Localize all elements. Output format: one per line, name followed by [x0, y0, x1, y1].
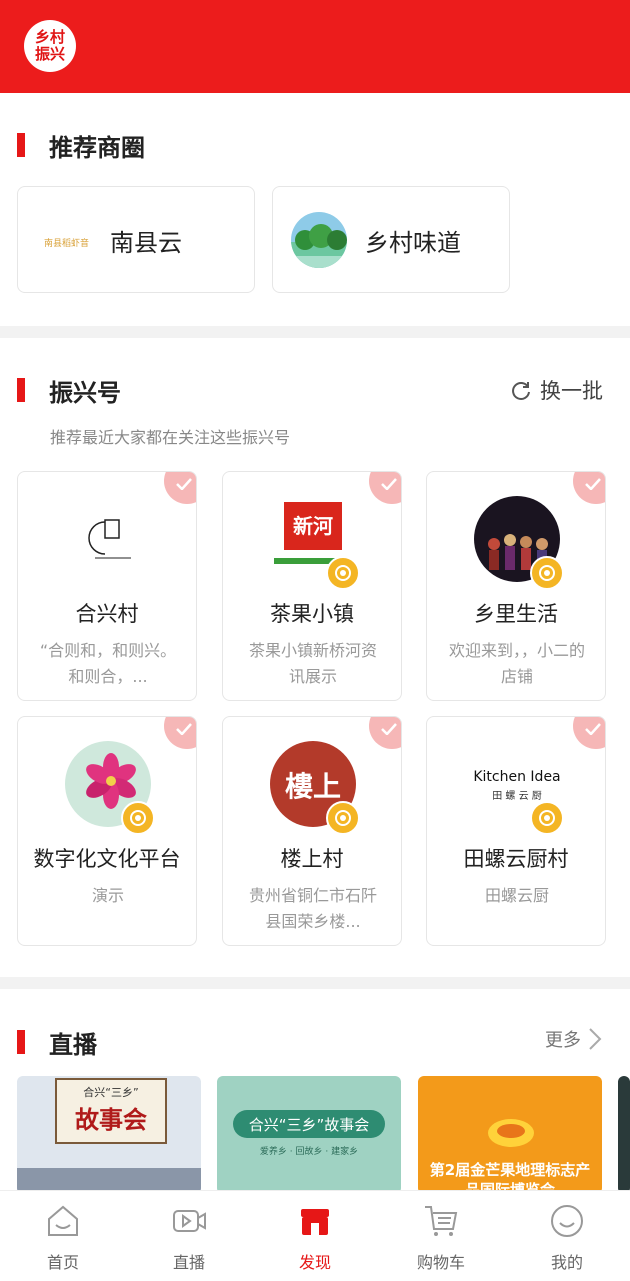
- account-desc: 田螺云厨: [484, 886, 549, 905]
- live-section-header: 直播: [0, 1022, 630, 1062]
- tab-label: 购物车: [416, 1253, 465, 1272]
- followed-check-icon[interactable]: [573, 472, 605, 504]
- refresh-icon: [512, 382, 530, 400]
- account-name: 楼上村: [280, 847, 344, 871]
- recommend-title: 推荐商圈: [49, 134, 145, 162]
- section-divider: [0, 326, 630, 338]
- followed-check-icon[interactable]: [369, 472, 401, 504]
- account-desc: 贵州省铜仁市石阡县国荣乡楼...: [248, 886, 377, 931]
- logo-text-line1: 乡村: [34, 28, 65, 46]
- video-icon: [173, 1210, 206, 1232]
- xiangcunweidao-thumb: [291, 212, 347, 268]
- account-desc: 欢迎来到，，小二的店铺: [448, 641, 585, 686]
- tab-mine[interactable]: 我的: [504, 1191, 630, 1281]
- logo-text-line2: 振兴: [34, 45, 65, 63]
- tab-live[interactable]: 直播: [126, 1191, 252, 1281]
- live-card-tag: 合兴“三乡”: [83, 1086, 139, 1099]
- live-card-text: 故事会: [75, 1106, 147, 1134]
- account-card-tianluoyunchu[interactable]: Kitchen Idea 田 螺 云 厨 田螺云厨村 田螺云厨: [426, 716, 606, 946]
- account-card-hexingcun[interactable]: 合兴村 “合则和，和则兴。和则合，...: [17, 471, 197, 701]
- account-name: 茶果小镇: [270, 602, 354, 626]
- refresh-batch-button[interactable]: 换一批: [510, 376, 603, 404]
- live-title: 直播: [49, 1031, 97, 1059]
- live-card[interactable]: 合兴“三乡” 故事会: [17, 1076, 201, 1194]
- zhenxing-subtitle: 推荐最近大家都在关注这些振兴号: [50, 428, 291, 447]
- followed-check-icon[interactable]: [164, 717, 196, 749]
- tab-cart[interactable]: 购物车: [378, 1191, 504, 1281]
- chaguoxiaozhen-logo-text: 新河: [284, 502, 342, 550]
- circle-card-label: 乡村味道: [365, 229, 461, 257]
- verified-badge-icon: [326, 801, 360, 835]
- tab-label: 发现: [298, 1253, 331, 1272]
- account-card-chaguoxiaozhen[interactable]: 新河 茶果小镇 茶果小镇新桥河资讯展示: [222, 471, 402, 701]
- live-card-text: 第2届金芒果地理标志产品国际博览会: [429, 1161, 591, 1194]
- tab-label: 直播: [172, 1253, 205, 1272]
- zhenxing-title: 振兴号: [49, 379, 121, 407]
- section-divider: [0, 977, 630, 989]
- verified-badge-icon: [530, 556, 564, 590]
- section-accent-bar: [17, 378, 25, 402]
- account-card-loushangcun[interactable]: 樓上 楼上村 贵州省铜仁市石阡县国荣乡楼...: [222, 716, 402, 946]
- hexingcun-avatar: [65, 496, 151, 582]
- followed-check-icon[interactable]: [573, 717, 605, 749]
- section-accent-bar: [17, 1030, 25, 1054]
- more-label: 更多: [545, 1030, 581, 1051]
- live-card-partial[interactable]: [618, 1076, 630, 1194]
- followed-check-icon[interactable]: [164, 472, 196, 504]
- live-card[interactable]: 第2届金芒果地理标志产品国际博览会: [418, 1076, 602, 1194]
- live-card-text: 合兴“三乡”故事会: [248, 1116, 370, 1134]
- home-icon: [48, 1205, 78, 1236]
- tab-label: 我的: [550, 1253, 583, 1272]
- tianluoyunchu-logo-text: Kitchen Idea: [473, 769, 561, 785]
- shop-icon: [301, 1209, 329, 1235]
- chevron-right-icon: [589, 1028, 602, 1050]
- account-name: 乡里生活: [474, 602, 558, 626]
- account-card-xianglishenghuo[interactable]: 乡里生活 欢迎来到，，小二的店铺: [426, 471, 606, 701]
- section-accent-bar: [17, 133, 25, 157]
- followed-check-icon[interactable]: [369, 717, 401, 749]
- live-more-link[interactable]: 更多: [545, 1026, 603, 1052]
- account-desc: 演示: [91, 886, 124, 905]
- live-card[interactable]: 合兴“三乡”故事会 爱养乡 · 回故乡 · 建家乡: [217, 1076, 401, 1194]
- recommend-section-header: 推荐商圈: [0, 125, 630, 165]
- verified-badge-icon: [530, 801, 564, 835]
- tab-discover[interactable]: 发现: [252, 1191, 378, 1281]
- circle-card-label: 南县云: [110, 229, 182, 257]
- circle-card-xiangcunweidao[interactable]: 乡村味道: [272, 186, 510, 293]
- verified-badge-icon: [326, 556, 360, 590]
- nanxianyun-logo: 南县稻虾音: [44, 212, 108, 268]
- smile-icon: [551, 1205, 583, 1237]
- account-name: 数字化文化平台: [33, 847, 181, 871]
- loushangcun-logo-text: 樓上: [284, 770, 341, 803]
- refresh-label: 换一批: [540, 379, 603, 403]
- tianluoyunchu-logo-sub: 田 螺 云 厨: [492, 791, 542, 802]
- account-card-shuzihua[interactable]: 数字化文化平台 演示: [17, 716, 197, 946]
- tab-home[interactable]: 首页: [0, 1191, 126, 1281]
- verified-badge-icon: [121, 801, 155, 835]
- mango-logo-icon: [488, 1119, 534, 1147]
- account-desc: 茶果小镇新桥河资讯展示: [248, 641, 377, 686]
- circle-card-nanxianyun[interactable]: 南县稻虾音 南县云: [17, 186, 255, 293]
- account-desc: “合则和，和则兴。和则合，...: [39, 641, 177, 686]
- tab-label: 首页: [46, 1253, 79, 1272]
- app-logo[interactable]: 乡村 振兴: [24, 20, 76, 72]
- cart-icon: [425, 1206, 458, 1236]
- top-bar: 乡村 振兴: [0, 0, 630, 93]
- live-card-tag: 爱养乡 · 回故乡 · 建家乡: [259, 1147, 359, 1157]
- account-name: 合兴村: [75, 602, 139, 626]
- nanxianyun-logo-text: 南县稻虾音: [44, 239, 90, 249]
- bottom-tab-bar: 首页 直播 发现 购物车 我的: [0, 1190, 630, 1280]
- account-name: 田螺云厨村: [463, 847, 569, 871]
